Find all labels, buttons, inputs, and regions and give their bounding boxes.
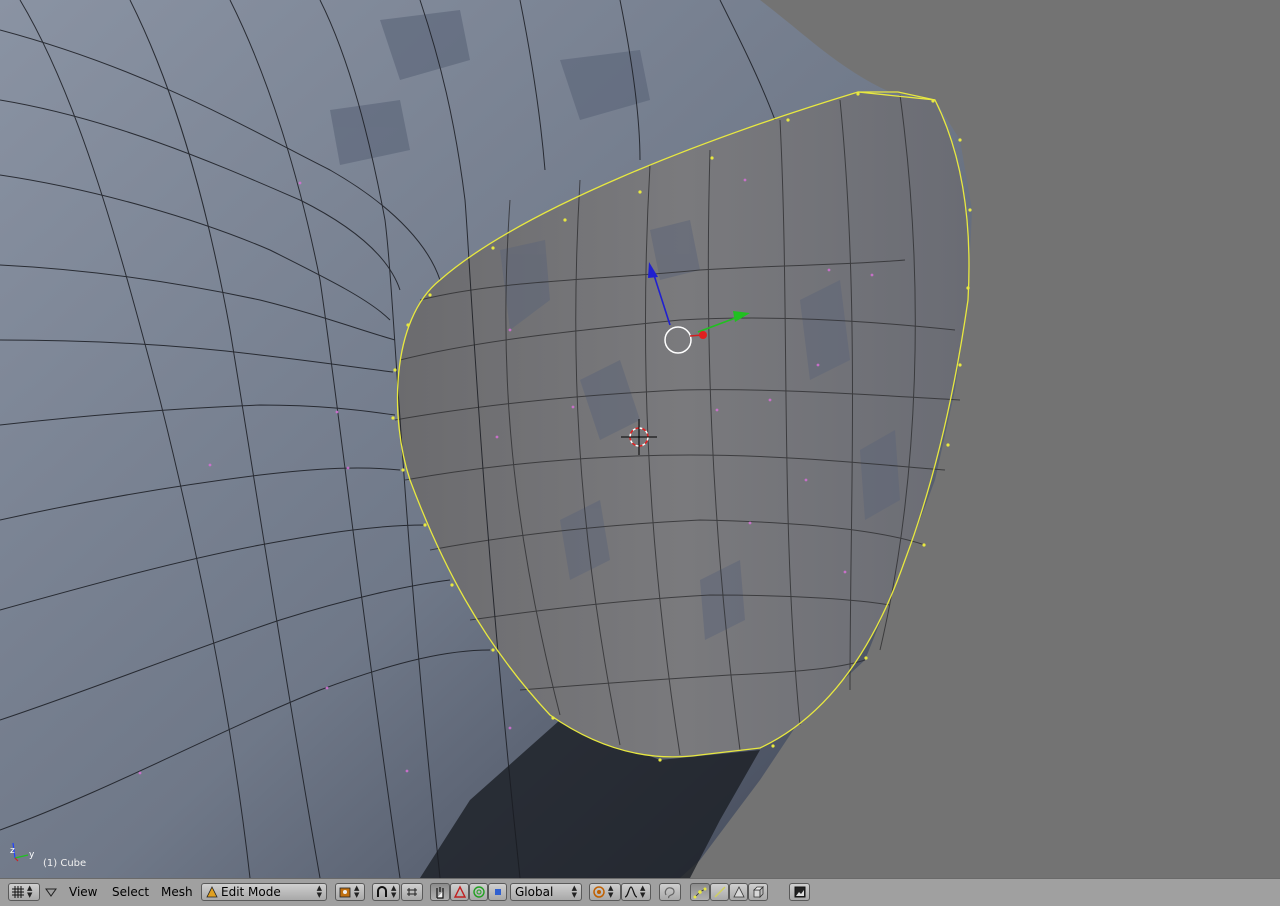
render-preview-button[interactable] — [789, 883, 810, 901]
cube-icon — [753, 886, 764, 898]
proportional-edit-icon — [593, 886, 605, 898]
axis-label-y: y — [29, 850, 35, 860]
snap-toggle-button[interactable] — [401, 883, 423, 901]
face-select-icon — [732, 886, 745, 898]
manipulator-toggle-button[interactable] — [430, 883, 450, 901]
updown-arrows-icon: ▲ ▼ — [354, 884, 360, 899]
pivot-point-icon — [339, 887, 351, 898]
object-name-label: (1) Cube — [43, 858, 87, 869]
menu-mesh[interactable]: Mesh — [161, 885, 193, 899]
updown-arrows-icon: ▲ ▼ — [27, 884, 33, 899]
mesh-render: z y — [0, 0, 972, 878]
proportional-falloff-selector[interactable]: ▲ ▼ — [589, 883, 621, 901]
falloff-curve-icon — [624, 886, 638, 898]
menu-select[interactable]: Select — [112, 885, 149, 899]
limit-selection-visible-button[interactable] — [748, 883, 768, 901]
grid-icon — [12, 886, 24, 898]
snap-icon — [407, 888, 417, 896]
updown-arrows-icon: ▲ ▼ — [608, 884, 614, 899]
edit-mode-icon — [206, 886, 218, 898]
magnet-icon — [377, 886, 387, 897]
collapse-menu-triangle-icon[interactable] — [45, 888, 57, 898]
orientation-selector-value: Global — [515, 885, 554, 899]
manipulator-rotate-button[interactable] — [469, 883, 488, 901]
render-image-icon — [794, 886, 805, 898]
vertex-select-icon — [693, 887, 707, 899]
translate-triangle-icon — [453, 885, 466, 898]
falloff-curve-selector[interactable]: ▲ ▼ — [621, 883, 651, 901]
menu-view[interactable]: View — [69, 885, 97, 899]
lasso-icon — [664, 887, 675, 899]
updown-arrows-icon: ▲ ▼ — [316, 884, 322, 899]
updown-arrows-icon: ▲ ▼ — [571, 884, 577, 899]
hand-icon — [436, 887, 444, 899]
vertex-select-mode-button[interactable] — [690, 883, 710, 901]
orientation-selector[interactable]: Global ▲ ▼ — [510, 883, 582, 901]
scale-square-icon — [494, 889, 501, 895]
pivot-point-selector[interactable]: ▲ ▼ — [335, 883, 365, 901]
manipulator-x-handle — [699, 331, 707, 339]
edge-select-icon — [713, 886, 726, 898]
updown-arrows-icon: ▲ ▼ — [391, 884, 397, 899]
face-select-mode-button[interactable] — [729, 883, 748, 901]
updown-arrows-icon: ▲ ▼ — [640, 884, 646, 899]
edge-select-mode-button[interactable] — [710, 883, 729, 901]
rotate-circle-icon — [472, 886, 485, 898]
proportional-edit-selector[interactable]: ▲ ▼ — [372, 883, 400, 901]
mode-selector[interactable]: Edit Mode ▲ ▼ — [201, 883, 327, 901]
manipulator-scale-button[interactable] — [488, 883, 507, 901]
occlude-geometry-button[interactable] — [659, 883, 681, 901]
viewport-header: ▲ ▼ View Select Mesh Edit Mode ▲ ▼ ▲ ▼ ▲ ▼ — [0, 878, 1280, 906]
axis-label-z: z — [10, 846, 15, 856]
editor-type-selector[interactable]: ▲ ▼ — [8, 883, 40, 901]
mode-selector-value: Edit Mode — [221, 885, 281, 899]
manipulator-translate-button[interactable] — [450, 883, 469, 901]
3d-viewport[interactable]: z y (1) Cube — [0, 0, 1280, 878]
